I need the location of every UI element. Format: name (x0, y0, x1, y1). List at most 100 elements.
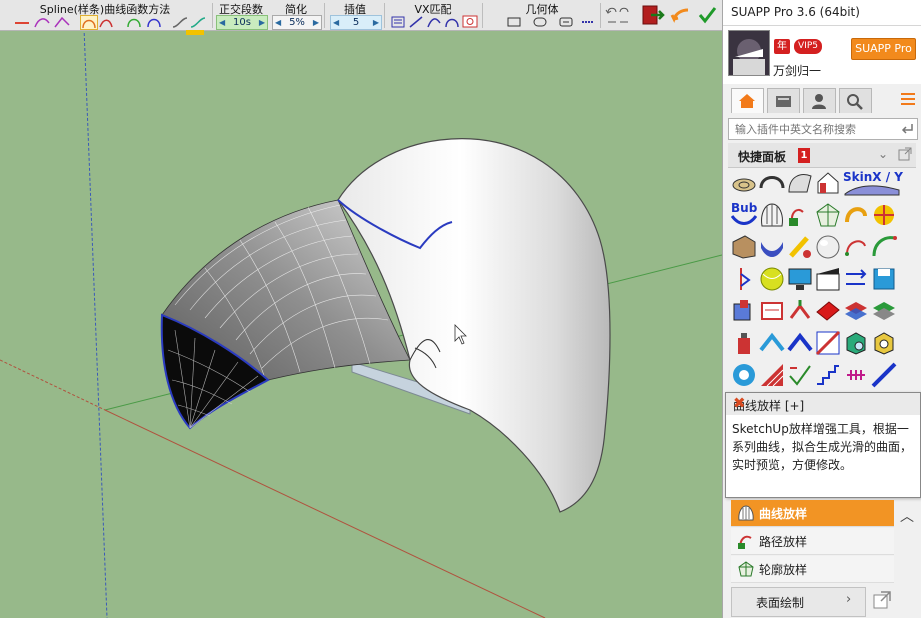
boxfold-plugin-icon[interactable] (731, 234, 757, 260)
simplify-group: 简化 ◀ 5% ▶ (270, 0, 322, 30)
s-curve-icon[interactable] (172, 15, 188, 28)
mesh-plugin-icon[interactable] (815, 202, 841, 228)
tab-home[interactable] (731, 88, 764, 113)
interp-stepper[interactable]: ◀ 5 ▶ (330, 15, 382, 30)
avatar[interactable] (728, 30, 770, 76)
ruler-plugin-icon[interactable] (871, 362, 897, 388)
vx-arc-icon[interactable] (444, 15, 460, 28)
arch-plugin-icon[interactable] (759, 170, 785, 196)
arc-red-icon[interactable] (98, 15, 114, 28)
simplify-stepper[interactable]: ◀ 5% ▶ (272, 15, 322, 30)
vx-list-icon[interactable] (390, 15, 406, 28)
profile-loft-icon (738, 561, 754, 577)
line-icon[interactable] (14, 15, 30, 28)
interp-group: 插值 ◀ 5 ▶ (328, 0, 382, 30)
back-arrow-icon[interactable] (670, 5, 692, 25)
roof-blue-plugin-icon[interactable] (787, 330, 813, 356)
bend-plugin-icon[interactable] (759, 234, 785, 260)
monitor-plugin-icon[interactable] (787, 266, 813, 292)
card-plugin-icon[interactable] (759, 298, 785, 324)
undo-redo-icon[interactable] (604, 3, 632, 27)
plugin-search-input[interactable] (733, 120, 897, 138)
curve-icon[interactable] (34, 15, 50, 28)
tube-icon[interactable] (558, 15, 574, 28)
chevron-down-icon[interactable]: ⌄ (878, 147, 888, 161)
tool-item-profile-loft[interactable]: 轮廓放样 (731, 556, 894, 583)
tab-search[interactable] (839, 88, 872, 113)
menu-list-icon[interactable] (899, 90, 917, 108)
flower-plugin-icon[interactable] (871, 202, 897, 228)
panel-title: SUAPP Pro 3.6 (64bit) (731, 5, 860, 19)
bezier-icon[interactable] (80, 15, 98, 30)
ball-plugin-icon[interactable] (759, 266, 785, 292)
panel-tabs (723, 86, 921, 114)
tab-user[interactable] (803, 88, 836, 113)
check-curve-plugin-icon[interactable] (787, 362, 813, 388)
spray-plugin-icon[interactable] (731, 330, 757, 356)
arc-path-plugin-icon[interactable] (871, 234, 897, 260)
quick-panel-header[interactable]: 快捷面板 1 ⌄ (728, 143, 916, 168)
suapp-pro-button[interactable]: SUAPP Pro (851, 38, 916, 60)
tool-item-path-loft[interactable]: 路径放样 (731, 528, 894, 555)
diagonal-plugin-icon[interactable] (815, 330, 841, 356)
segments-stepper[interactable]: ◀ 10s ▶ (216, 15, 268, 30)
close-icon[interactable]: ✖ (733, 394, 914, 412)
spline-icon[interactable] (54, 15, 70, 28)
grid-plugin-icon[interactable] (759, 362, 785, 388)
popout-icon[interactable] (872, 590, 892, 610)
interp-value: 5 (352, 17, 360, 28)
enter-icon[interactable] (900, 122, 914, 136)
shell-plugin-icon[interactable] (787, 170, 813, 196)
chevron-up-icon[interactable]: ︿ (897, 506, 917, 526)
exit-icon[interactable] (641, 4, 665, 26)
box-icon[interactable] (506, 15, 522, 28)
vx-circle-icon[interactable] (462, 15, 478, 28)
vx-curve-icon[interactable] (426, 15, 442, 28)
popout-icon[interactable] (898, 147, 912, 161)
split-arrows-plugin-icon[interactable] (787, 298, 813, 324)
cube-gold-plugin-icon[interactable] (871, 330, 897, 356)
cube-green-plugin-icon[interactable] (843, 330, 869, 356)
spline-toolbar-group: Spline(样条)曲线函数方法 (0, 0, 210, 30)
layers-plugin-icon[interactable] (843, 298, 869, 324)
tool-item-label: 轮廓放样 (759, 563, 808, 577)
spiral-plugin-icon[interactable] (843, 362, 869, 388)
tool-item-label: 路径放样 (759, 535, 808, 549)
swirl-plugin-icon[interactable] (731, 362, 757, 388)
sphere-plugin-icon[interactable] (815, 234, 841, 260)
roof-plugin-icon[interactable] (759, 330, 785, 356)
hook-plugin-icon[interactable] (787, 202, 813, 228)
tool-item-label: 曲线放样 (759, 507, 808, 521)
stairs-arrow-plugin-icon[interactable] (731, 266, 757, 292)
username: 万剑归一 (773, 64, 822, 78)
align-arrows-plugin-icon[interactable] (843, 266, 869, 292)
stairs-plugin-icon[interactable] (815, 362, 841, 388)
vx-line-icon[interactable] (408, 15, 424, 28)
rings-plugin-icon[interactable] (731, 170, 757, 196)
cylinder-icon[interactable] (532, 15, 548, 28)
confirm-check-icon[interactable] (697, 5, 717, 25)
arc-blue-icon[interactable] (146, 15, 162, 28)
clapper-plugin-icon[interactable] (815, 266, 841, 292)
curl-plugin-icon[interactable] (843, 202, 869, 228)
loft-plugin-icon[interactable] (759, 202, 785, 228)
surface-draw-menu[interactable]: 表面绘制 › (731, 587, 866, 617)
cube-stack-plugin-icon[interactable] (731, 298, 757, 324)
surface-draw-label: 表面绘制 (756, 596, 805, 610)
red-plate-plugin-icon[interactable] (815, 298, 841, 324)
hook-curve-plugin-icon[interactable] (843, 234, 869, 260)
model-viewport[interactable] (0, 0, 722, 618)
tab-toolbox[interactable] (767, 88, 800, 113)
pencil-plugin-icon[interactable] (787, 234, 813, 260)
tool-item-loft[interactable]: 曲线放样 (731, 500, 894, 527)
s-curve-alt-icon[interactable] (190, 15, 206, 28)
dots-icon[interactable] (580, 15, 596, 28)
floppy-plugin-icon[interactable] (871, 266, 897, 292)
skin-xy-surface-icon (844, 185, 900, 196)
layers-green-plugin-icon[interactable] (871, 298, 897, 324)
3d-scene (0, 27, 722, 618)
quick-panel-badge: 1 (798, 148, 810, 163)
house-plugin-icon[interactable] (815, 170, 841, 196)
arc-green-icon[interactable] (126, 15, 142, 28)
segments-group: 正交段数 ◀ 10s ▶ (214, 0, 268, 30)
